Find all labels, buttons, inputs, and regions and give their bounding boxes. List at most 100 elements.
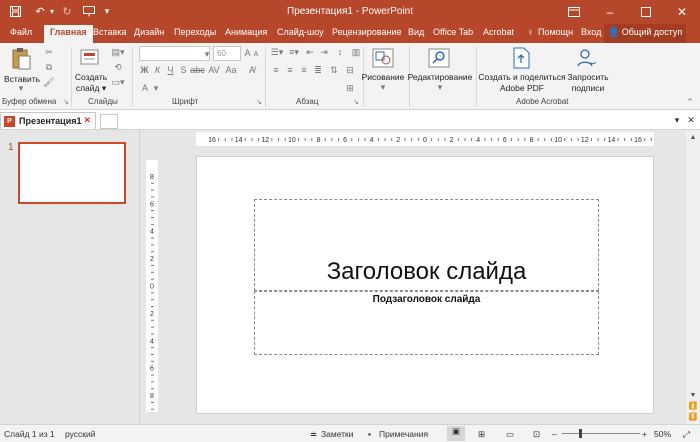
italic-icon[interactable]: К [152,64,163,76]
editing-dropdown-icon[interactable]: ▾ [435,82,445,92]
slide-thumbnail[interactable] [18,142,126,204]
request-signature-label-2[interactable]: подписи [565,83,611,93]
layout-icon[interactable]: ▤▾ [110,46,126,58]
clear-format-icon[interactable]: A̸ [246,64,258,76]
strike-icon[interactable]: abc [190,64,205,76]
ribbon-display-icon[interactable] [556,0,592,24]
prev-slide-icon[interactable]: ⏫ [688,401,698,411]
clipboard-launcher-icon[interactable]: ↘ [62,98,70,106]
request-signature-icon[interactable] [576,47,598,69]
title-placeholder[interactable]: Заголовок слайда [254,199,599,291]
scroll-up-icon[interactable]: ▲ [688,132,698,142]
request-signature-label-1[interactable]: Запросить [565,72,611,82]
underline-icon[interactable]: Ч [165,64,176,76]
align-right-icon[interactable]: ≡ [298,64,310,76]
font-color-icon[interactable]: A [139,82,151,94]
change-case-icon[interactable]: Aa [224,64,238,76]
cut-icon[interactable]: ✂ [43,46,55,58]
create-share-pdf-label-1[interactable]: Создать и поделиться [478,72,566,82]
copy-icon[interactable]: ⧉ [43,61,55,73]
align-left-icon[interactable]: ≡ [270,64,282,76]
tab-close-icon[interactable]: ✕ [83,115,91,126]
align-text-icon[interactable]: ⊟ [344,64,356,76]
font-name-dropdown-icon[interactable]: ▾ [203,49,211,59]
find-icon[interactable] [428,47,450,69]
numbering-icon[interactable]: ≡▾ [287,46,301,58]
slideshow-view-icon[interactable]: ⊡ [533,429,540,440]
normal-view-icon[interactable]: ▣ [447,426,465,441]
reset-icon[interactable]: ⟲ [110,61,126,73]
tab-review[interactable]: Рецензирование [332,27,402,37]
tab-home[interactable]: Главная [44,25,93,43]
slide-canvas[interactable]: Заголовок слайда Подзаголовок слайда [196,156,654,414]
collapse-ribbon-icon[interactable]: ⌃ [684,97,696,107]
char-spacing-icon[interactable]: AV [207,64,221,76]
increase-indent-icon[interactable]: ⇥ [318,46,330,58]
document-tab[interactable]: P Презентация1 ✕ [0,112,96,129]
tab-signin[interactable]: Вход [581,27,601,37]
increase-font-icon[interactable]: A [243,47,252,59]
comments-button[interactable]: Примечания [379,429,428,439]
zoom-in-icon[interactable]: + [642,429,647,439]
next-slide-icon[interactable]: ⏬ [688,412,698,422]
font-size-combo[interactable]: 60 [213,46,241,61]
new-slide-label-2[interactable]: слайд ▾ [74,83,108,93]
tab-insert[interactable]: Вставка [93,27,126,37]
tab-design[interactable]: Дизайн [134,27,164,37]
scroll-down-icon[interactable]: ▼ [688,390,698,400]
columns-icon[interactable]: ▥ [350,46,362,58]
zoom-slider-thumb[interactable] [579,429,582,438]
bold-icon[interactable]: Ж [139,64,150,76]
vertical-scrollbar[interactable]: ▲ ▼ ⏫ ⏬ [686,130,700,424]
reading-view-icon[interactable]: ▭ [506,429,514,440]
drawing-button[interactable]: Рисование [359,72,407,82]
paste-dropdown-icon[interactable]: ▾ [16,83,26,93]
line-spacing-icon[interactable]: ↕ [334,46,346,58]
notes-button[interactable]: Заметки [321,429,354,439]
shapes-icon[interactable] [372,47,394,69]
tab-acrobat[interactable]: Acrobat [483,27,514,37]
smartart-icon[interactable]: ⊞ [344,82,356,94]
fit-to-window-icon[interactable]: ⤢ [683,429,690,440]
tab-view[interactable]: Вид [408,27,424,37]
tab-officetab[interactable]: Office Tab [433,27,473,37]
zoom-out-icon[interactable]: – [552,429,557,439]
section-icon[interactable]: ▭▾ [110,76,126,88]
new-tab-button[interactable] [100,114,118,129]
create-share-pdf-label-2[interactable]: Adobe PDF [478,83,566,93]
zoom-level[interactable]: 50% [654,429,671,439]
font-launcher-icon[interactable]: ↘ [255,98,263,106]
editing-button[interactable]: Редактирование [407,72,473,82]
font-color-dropdown-icon[interactable]: ▾ [152,82,160,94]
tab-slideshow[interactable]: Слайд-шоу [277,27,324,37]
share-button[interactable]: 👤 Общий доступ [604,24,687,43]
decrease-indent-icon[interactable]: ⇤ [304,46,316,58]
maximize-icon[interactable] [628,0,664,24]
paragraph-launcher-icon[interactable]: ↘ [352,98,360,106]
subtitle-placeholder[interactable]: Подзаголовок слайда [254,291,599,355]
justify-icon[interactable]: ≣ [312,64,324,76]
language-status[interactable]: русский [65,429,96,439]
close-icon[interactable]: ✕ [664,0,700,24]
zoom-slider[interactable] [562,433,640,434]
notes-icon[interactable]: ≐ [310,429,317,440]
minimize-icon[interactable]: – [592,0,628,24]
shadow-icon[interactable]: S [178,64,189,76]
tab-file[interactable]: Файл [10,27,32,37]
slide-sorter-icon[interactable]: ⊞ [478,429,485,440]
new-slide-label-1[interactable]: Создать [74,72,108,82]
text-direction-icon[interactable]: ⇅ [328,64,340,76]
create-pdf-icon[interactable] [510,47,532,69]
tab-help[interactable]: Помощн [538,27,573,37]
bullets-icon[interactable]: ☰▾ [270,46,284,58]
tab-transitions[interactable]: Переходы [174,27,216,37]
drawing-dropdown-icon[interactable]: ▾ [378,82,388,92]
align-center-icon[interactable]: ≡ [284,64,296,76]
new-slide-icon[interactable] [80,47,102,69]
font-name-combo[interactable] [139,46,210,61]
comments-icon[interactable]: ▪ [368,429,371,439]
tab-list-dropdown-icon[interactable]: ▾ [672,114,682,126]
decrease-font-icon[interactable]: A [252,49,260,59]
tab-close-all-icon[interactable]: ✕ [686,114,696,126]
tab-animations[interactable]: Анимация [225,27,267,37]
